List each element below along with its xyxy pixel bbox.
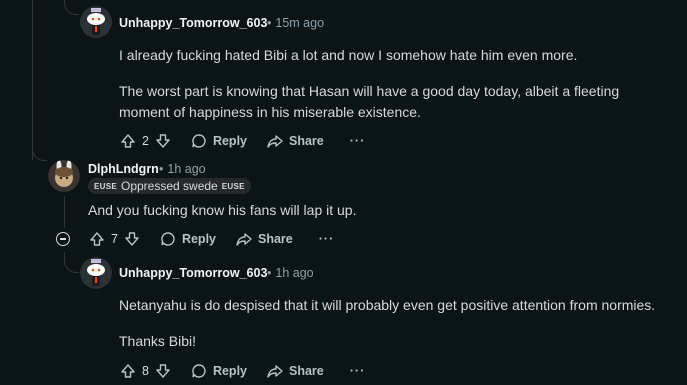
reply-bubble-icon — [191, 363, 207, 379]
avatar[interactable] — [80, 6, 112, 38]
timestamp[interactable]: 1h ago — [275, 266, 313, 280]
vote-group: 8 — [120, 363, 171, 379]
downvote-icon[interactable] — [155, 133, 171, 149]
comment-paragraph: The worst part is knowing that Hasan wil… — [119, 83, 620, 120]
more-options-button[interactable]: ··· — [350, 134, 366, 148]
reply-button[interactable]: Reply — [191, 363, 247, 379]
reply-label: Reply — [212, 134, 247, 148]
username[interactable]: Unhappy_Tomorrow_603 — [119, 16, 267, 30]
upvote-icon[interactable] — [120, 133, 136, 149]
comment-actions: 7 Reply Share ··· — [89, 231, 334, 247]
share-arrow-icon — [267, 363, 283, 379]
bunny-avatar-icon — [48, 160, 80, 192]
comment-paragraph: Netanyahu is do despised that it will pr… — [119, 297, 656, 313]
downvote-icon[interactable] — [155, 363, 171, 379]
reply-label: Reply — [181, 232, 216, 246]
avatar[interactable] — [48, 160, 80, 192]
flair-tag: EUSE — [221, 181, 245, 191]
flair-tag: EUSE — [94, 181, 117, 191]
comment-paragraph: Thanks Bibi! — [119, 333, 197, 349]
separator: • — [159, 162, 164, 176]
snoo-avatar-icon — [80, 257, 112, 289]
share-button[interactable]: Share — [236, 231, 293, 247]
username[interactable]: Unhappy_Tomorrow_603 — [119, 266, 267, 280]
timestamp[interactable]: 1h ago — [167, 162, 205, 176]
vote-count: 2 — [142, 134, 149, 148]
comment-actions: 8 Reply Share ··· — [120, 363, 365, 379]
thread-elbow — [64, 252, 79, 273]
reply-button[interactable]: Reply — [160, 231, 216, 247]
reply-bubble-icon — [160, 231, 176, 247]
comment-actions: 2 Reply Share ··· — [120, 133, 365, 149]
more-options-button[interactable]: ··· — [319, 232, 335, 246]
upvote-icon[interactable] — [89, 231, 105, 247]
more-options-button[interactable]: ··· — [350, 364, 366, 378]
vote-group: 2 — [120, 133, 171, 149]
comment-paragraph: And you fucking know his fans will lap i… — [88, 202, 357, 218]
share-button[interactable]: Share — [267, 133, 324, 149]
share-label: Share — [289, 134, 324, 148]
collapse-thread-button[interactable] — [56, 232, 70, 246]
downvote-icon[interactable] — [124, 231, 140, 247]
thread-elbow — [64, 0, 79, 15]
thread-elbow — [32, 144, 47, 161]
vote-group: 7 — [89, 231, 140, 247]
vote-count: 8 — [142, 364, 149, 378]
comment-body: And you fucking know his fans will lap i… — [88, 200, 648, 221]
timestamp[interactable]: 15m ago — [275, 16, 324, 30]
comment-meta: • 1h ago — [263, 266, 314, 280]
comment-body: I already fucking hated Bibi a lot and n… — [119, 45, 659, 123]
share-label: Share — [258, 232, 293, 246]
username[interactable]: DlphLndgrn — [88, 162, 159, 176]
vote-count: 7 — [111, 232, 118, 246]
separator: • — [267, 266, 272, 280]
thread-line[interactable] — [32, 0, 33, 160]
comment-meta: • 1h ago — [155, 162, 206, 176]
snoo-avatar-icon — [80, 6, 112, 38]
flair-text: Oppressed swede — [121, 179, 218, 193]
upvote-icon[interactable] — [120, 363, 136, 379]
comment-body: Netanyahu is do despised that it will pr… — [119, 295, 679, 352]
reply-button[interactable]: Reply — [191, 133, 247, 149]
user-flair: EUSE Oppressed swede EUSE — [88, 178, 251, 194]
avatar[interactable] — [80, 257, 112, 289]
separator: • — [267, 16, 272, 30]
share-button[interactable]: Share — [267, 363, 324, 379]
comment-meta: • 15m ago — [263, 16, 324, 30]
reply-label: Reply — [212, 364, 247, 378]
share-label: Share — [289, 364, 324, 378]
share-arrow-icon — [267, 133, 283, 149]
share-arrow-icon — [236, 231, 252, 247]
comment-paragraph: I already fucking hated Bibi a lot and n… — [119, 47, 578, 63]
reply-bubble-icon — [191, 133, 207, 149]
thread-line[interactable] — [64, 196, 65, 228]
